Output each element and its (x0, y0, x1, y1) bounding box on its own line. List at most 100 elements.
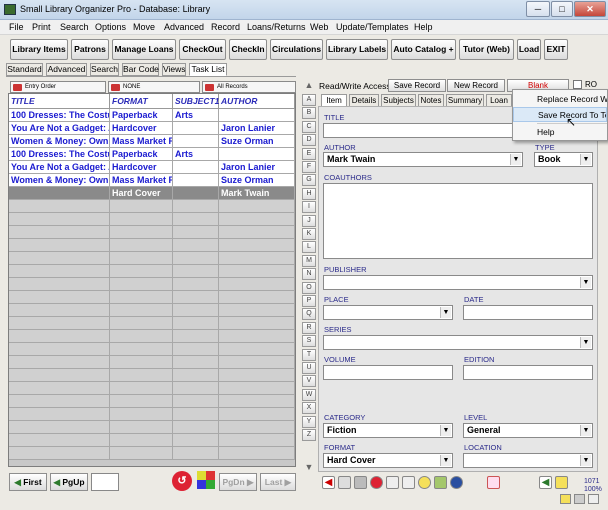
auto-catalog-button[interactable]: Auto Catalog + (391, 39, 456, 60)
location-select[interactable]: ▼ (463, 453, 593, 468)
new-record-button[interactable]: New Record (447, 79, 505, 92)
alpha-down-icon[interactable]: ▼ (302, 462, 316, 474)
refresh-record-icon[interactable] (370, 476, 383, 489)
alpha-index-l[interactable]: L (302, 241, 316, 254)
menu-move[interactable]: Move (133, 22, 155, 32)
menu-web[interactable]: Web (310, 22, 328, 32)
sort-order-selector[interactable]: Entry Order (10, 81, 106, 93)
column-header-format[interactable]: FORMAT (110, 94, 173, 109)
tab-task-list[interactable]: Task List (189, 63, 227, 76)
tab-advanced[interactable]: Advanced (46, 63, 87, 76)
menu-search[interactable]: Search (60, 22, 89, 32)
table-row[interactable]: You Are Not a Gadget: A Hardcover Jaron La… (9, 161, 295, 174)
save-record-button[interactable]: Save Record (388, 79, 446, 92)
chevron-down-icon[interactable]: ▼ (580, 154, 591, 165)
type-select[interactable]: Book ▼ (534, 152, 593, 167)
chevron-down-icon[interactable]: ▼ (580, 277, 591, 288)
menu-loans-returns[interactable]: Loans/Returns (247, 22, 306, 32)
coauthors-field[interactable] (323, 183, 593, 259)
volume-field[interactable] (323, 365, 453, 380)
chevron-down-icon[interactable]: ▼ (580, 455, 591, 466)
alpha-index-a[interactable]: A (302, 94, 316, 106)
minimize-button[interactable]: ─ (526, 1, 550, 17)
edition-field[interactable] (463, 365, 593, 380)
tab-search[interactable]: Search (90, 63, 119, 76)
format-select[interactable]: Hard Cover ▼ (323, 453, 453, 468)
table-row[interactable]: 100 Dresses: The Costu Paperback Arts (9, 148, 295, 161)
alpha-index-h[interactable]: H (302, 187, 316, 200)
table-row[interactable]: You Are Not a Gadget: A Hardcover Jaron La… (9, 122, 295, 135)
menu-print[interactable]: Print (32, 22, 51, 32)
publisher-select[interactable]: ▼ (323, 275, 593, 290)
chevron-down-icon[interactable]: ▼ (440, 455, 451, 466)
color-grid-icon[interactable] (197, 471, 215, 489)
ro-checkbox[interactable] (573, 80, 582, 89)
alpha-index-r[interactable]: R (302, 321, 316, 334)
records-selector[interactable]: All Records (202, 81, 296, 93)
alpha-index-s[interactable]: S (302, 335, 316, 348)
menu-item-replace-record[interactable]: Replace Record With (513, 92, 607, 107)
menu-help[interactable]: Help (414, 22, 433, 32)
attach-icon[interactable] (434, 476, 447, 489)
bulb-icon[interactable] (418, 476, 431, 489)
tutor-web-button[interactable]: Tutor (Web) (459, 39, 514, 60)
tab-standard[interactable]: Standard (6, 63, 43, 76)
lock-icon[interactable] (555, 476, 568, 489)
column-header-author[interactable]: AUTHOR (219, 94, 295, 109)
menu-file[interactable]: File (9, 22, 24, 32)
table-row[interactable]: Women & Money: Owni Mass Market P Suze Orm… (9, 174, 295, 187)
back-arrow-icon[interactable]: ◀ (322, 476, 335, 489)
alpha-index-f[interactable]: F (302, 161, 316, 173)
refresh-icon[interactable]: ↺ (172, 471, 192, 491)
alpha-index-q[interactable]: Q (302, 308, 316, 321)
chevron-down-icon[interactable]: ▼ (440, 307, 451, 318)
alpha-index-m[interactable]: M (302, 254, 316, 267)
alpha-index-k[interactable]: K (302, 228, 316, 240)
column-header-subject1[interactable]: SUBJECT1 (173, 94, 219, 109)
alpha-index-i[interactable]: I (302, 201, 316, 214)
table-row[interactable]: Women & Money: Owni Mass Market P Suze Orm… (9, 135, 295, 148)
page-down-button[interactable]: PgDn ▶ (219, 473, 257, 491)
alpha-index-y[interactable]: Y (302, 415, 316, 428)
load-button[interactable]: Load (517, 39, 541, 60)
table-row[interactable]: Hard Cover Mark Twain (9, 187, 295, 200)
alpha-index-t[interactable]: T (302, 348, 316, 361)
alpha-index-c[interactable]: C (302, 120, 316, 133)
chevron-down-icon[interactable]: ▼ (440, 425, 451, 436)
first-record-button[interactable]: ◀ First (9, 473, 47, 491)
alpha-index-p[interactable]: P (302, 295, 316, 307)
chevron-down-icon[interactable]: ▼ (580, 425, 591, 436)
alpha-index-w[interactable]: W (302, 388, 316, 401)
level-select[interactable]: General ▼ (463, 423, 593, 438)
checkout-button[interactable]: CheckOut (179, 39, 226, 60)
export-icon[interactable] (402, 476, 415, 489)
print-icon[interactable] (338, 476, 351, 489)
exit-button[interactable]: EXIT (544, 39, 568, 60)
library-labels-button[interactable]: Library Labels (326, 39, 388, 60)
patrons-button[interactable]: Patrons (71, 39, 109, 60)
tab-views[interactable]: Views (162, 63, 186, 76)
alpha-index-n[interactable]: N (302, 268, 316, 281)
maximize-button[interactable]: □ (551, 1, 573, 17)
table-row[interactable]: 100 Dresses: The Costu Paperback Arts (9, 109, 295, 122)
series-select[interactable]: ▼ (323, 335, 593, 350)
menu-advanced[interactable]: Advanced (164, 22, 204, 32)
tab-bar-code[interactable]: Bar Code (122, 63, 159, 76)
place-select[interactable]: ▼ (323, 305, 453, 320)
alpha-index-z[interactable]: Z (302, 429, 316, 441)
alpha-index-v[interactable]: V (302, 375, 316, 388)
close-button[interactable]: ✕ (574, 1, 606, 17)
page-up-button[interactable]: ◀ PgUp (50, 473, 88, 491)
column-header-title[interactable]: TITLE (9, 94, 110, 109)
alpha-index-o[interactable]: O (302, 281, 316, 294)
alpha-index-e[interactable]: E (302, 147, 316, 160)
alpha-index-x[interactable]: X (302, 402, 316, 415)
menu-record[interactable]: Record (211, 22, 240, 32)
menu-options[interactable]: Options (95, 22, 126, 32)
alpha-index-d[interactable]: D (302, 134, 316, 147)
menu-item-save-template[interactable]: Save Record To Tem (513, 107, 607, 122)
globe-icon[interactable] (450, 476, 463, 489)
category-select[interactable]: Fiction ▼ (323, 423, 453, 438)
menu-update-templates[interactable]: Update/Templates (336, 22, 409, 32)
chevron-down-icon[interactable]: ▼ (580, 337, 591, 348)
